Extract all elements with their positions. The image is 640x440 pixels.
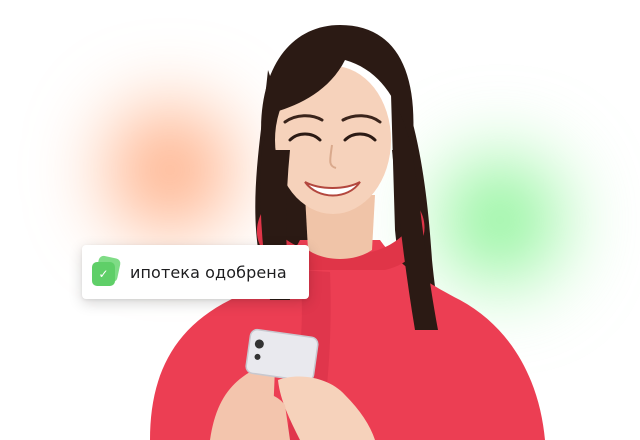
notification-text: ипотека одобрена (130, 262, 287, 282)
woman-with-phone-photo (150, 25, 545, 440)
check-badge-icon: ✓ (92, 254, 122, 287)
mortgage-approved-notification: ✓ ипотека одобрена (82, 245, 309, 299)
hero-illustration: ✓ ипотека одобрена (0, 0, 640, 440)
